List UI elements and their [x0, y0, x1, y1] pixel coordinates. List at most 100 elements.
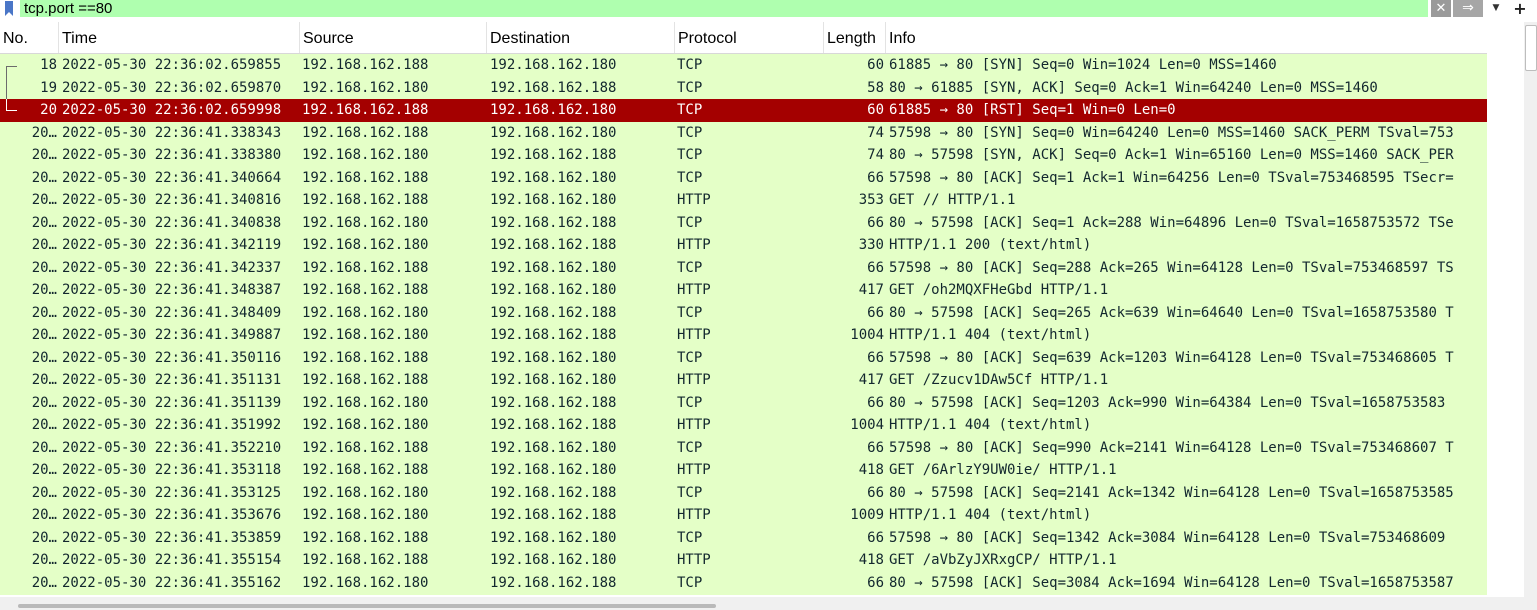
- packet-row[interactable]: 18 2022-05-30 22:36:02.659855 192.168.162.…: [0, 54, 1487, 78]
- add-filter-button-button[interactable]: +: [1510, 0, 1530, 17]
- cell-no: 20…: [31, 462, 57, 478]
- cell-destination: 192.168.162.188: [490, 417, 617, 433]
- packet-row[interactable]: 20… 2022-05-30 22:36:41.353125 192.168.162…: [0, 481, 1487, 504]
- packet-row[interactable]: 20… 2022-05-30 22:36:41.350116 192.168.162…: [0, 346, 1487, 369]
- cell-time: 2022-05-30 22:36:41.348409: [62, 304, 282, 321]
- cell-destination: 192.168.162.188: [490, 214, 617, 231]
- column-header-no[interactable]: No.: [0, 22, 59, 53]
- cell-info: 61885 → 80 [RST] Seq=1 Win=0 Len=0: [889, 102, 1176, 118]
- cell-destination: 192.168.162.180: [490, 102, 617, 118]
- column-header-length[interactable]: Length: [824, 22, 886, 53]
- column-header-info[interactable]: Info: [886, 22, 1487, 53]
- cell-info: GET /aVbZyJXRxgCP/ HTTP/1.1: [889, 552, 1117, 568]
- close-icon: ✕: [1435, 1, 1447, 16]
- cell-no: 20…: [31, 124, 57, 141]
- clear-filter-button[interactable]: ✕: [1431, 0, 1451, 17]
- cell-source: 192.168.162.180: [302, 507, 429, 523]
- cell-time: 2022-05-30 22:36:41.340838: [62, 214, 282, 231]
- cell-no: 20…: [31, 394, 57, 411]
- cell-time: 2022-05-30 22:36:41.342119: [62, 237, 282, 253]
- cell-time: 2022-05-30 22:36:41.349887: [62, 327, 282, 343]
- cell-info: GET /6ArlzY9UW0ie/ HTTP/1.1: [889, 462, 1117, 478]
- cell-length: 1004: [850, 327, 884, 343]
- packet-list: 18 2022-05-30 22:36:02.659855 192.168.162.…: [0, 54, 1487, 595]
- cell-source: 192.168.162.188: [302, 372, 429, 388]
- cell-protocol: TCP: [677, 57, 703, 73]
- cell-length: 66: [867, 304, 884, 321]
- bookmark-icon[interactable]: [0, 0, 18, 18]
- cell-no: 20…: [31, 529, 57, 546]
- packet-row[interactable]: 20… 2022-05-30 22:36:41.353676 192.168.162…: [0, 504, 1487, 527]
- display-filter-input[interactable]: [20, 0, 1428, 17]
- cell-time: 2022-05-30 22:36:02.659870: [62, 79, 282, 96]
- vertical-scrollbar[interactable]: [1524, 22, 1537, 597]
- packet-row[interactable]: 20… 2022-05-30 22:36:41.340838 192.168.162…: [0, 211, 1487, 234]
- cell-info: GET // HTTP/1.1: [889, 192, 1016, 208]
- cell-time: 2022-05-30 22:36:41.348387: [62, 282, 282, 298]
- cell-time: 2022-05-30 22:36:41.353676: [62, 507, 282, 523]
- cell-destination: 192.168.162.180: [490, 124, 617, 141]
- packet-row[interactable]: 20… 2022-05-30 22:36:41.340816 192.168.162…: [0, 189, 1487, 212]
- apply-filter-button[interactable]: ⇒: [1453, 0, 1483, 17]
- cell-source: 192.168.162.180: [302, 304, 429, 321]
- cell-info: HTTP/1.1 200 (text/html): [889, 237, 1092, 253]
- cell-destination: 192.168.162.188: [490, 79, 617, 96]
- packet-row[interactable]: 20… 2022-05-30 22:36:41.342337 192.168.162…: [0, 256, 1487, 279]
- cell-length: 58: [867, 79, 884, 96]
- column-header-time[interactable]: Time: [59, 22, 300, 53]
- cell-length: 66: [867, 484, 884, 501]
- packet-row[interactable]: 20… 2022-05-30 22:36:41.352210 192.168.162…: [0, 436, 1487, 459]
- cell-no: 19: [40, 79, 57, 96]
- packet-row[interactable]: 20… 2022-05-30 22:36:41.355162 192.168.162…: [0, 571, 1487, 594]
- cell-protocol: HTTP: [677, 192, 711, 208]
- vertical-scrollbar-thumb[interactable]: [1525, 25, 1537, 71]
- cell-protocol: TCP: [677, 529, 703, 546]
- cell-no: 20…: [31, 439, 57, 456]
- packet-row[interactable]: 20… 2022-05-30 22:36:41.338343 192.168.162…: [0, 121, 1487, 144]
- column-header-protocol[interactable]: Protocol: [675, 22, 824, 53]
- packet-row[interactable]: 20… 2022-05-30 22:36:41.348387 192.168.162…: [0, 279, 1487, 302]
- cell-no: 20…: [31, 507, 57, 523]
- packet-row[interactable]: 20… 2022-05-30 22:36:41.349887 192.168.162…: [0, 324, 1487, 347]
- packet-row[interactable]: 20… 2022-05-30 22:36:41.342119 192.168.162…: [0, 234, 1487, 257]
- packet-row[interactable]: 20… 2022-05-30 22:36:41.351131 192.168.162…: [0, 369, 1487, 392]
- cell-protocol: TCP: [677, 124, 703, 141]
- cell-source: 192.168.162.188: [302, 102, 429, 118]
- cell-info: 57598 → 80 [ACK] Seq=990 Ack=2141 Win=64…: [889, 439, 1454, 456]
- cell-no: 20…: [31, 237, 57, 253]
- cell-source: 192.168.162.188: [302, 439, 429, 456]
- cell-destination: 192.168.162.188: [490, 507, 617, 523]
- packet-row[interactable]: 20… 2022-05-30 22:36:41.340664 192.168.162…: [0, 166, 1487, 189]
- packet-row[interactable]: 20… 2022-05-30 22:36:41.338380 192.168.162…: [0, 144, 1487, 167]
- packet-row[interactable]: 20 2022-05-30 22:36:02.659998 192.168.162.…: [0, 99, 1487, 122]
- filter-history-dropdown[interactable]: ▼: [1488, 0, 1504, 17]
- cell-length: 66: [867, 259, 884, 276]
- column-header-destination[interactable]: Destination: [487, 22, 675, 53]
- packet-row[interactable]: 20… 2022-05-30 22:36:41.351139 192.168.162…: [0, 391, 1487, 414]
- packet-row[interactable]: 20… 2022-05-30 22:36:41.355154 192.168.162…: [0, 549, 1487, 572]
- cell-source: 192.168.162.188: [302, 552, 429, 568]
- display-filter-toolbar: ✕ ⇒ ▼ +: [0, 0, 1537, 18]
- horizontal-scrollbar-thumb[interactable]: [18, 604, 716, 608]
- cell-destination: 192.168.162.188: [490, 237, 617, 253]
- cell-info: 57598 → 80 [SYN] Seq=0 Win=64240 Len=0 M…: [889, 124, 1454, 141]
- packet-row[interactable]: 20… 2022-05-30 22:36:41.348409 192.168.162…: [0, 301, 1487, 324]
- packet-row[interactable]: 20… 2022-05-30 22:36:41.353118 192.168.162…: [0, 459, 1487, 482]
- cell-info: 80 → 57598 [SYN, ACK] Seq=0 Ack=1 Win=65…: [889, 147, 1454, 163]
- cell-source: 192.168.162.188: [302, 169, 429, 186]
- cell-protocol: TCP: [677, 394, 703, 411]
- column-header-source[interactable]: Source: [300, 22, 487, 53]
- cell-length: 66: [867, 439, 884, 456]
- cell-source: 192.168.162.188: [302, 282, 429, 298]
- packet-row[interactable]: 20… 2022-05-30 22:36:41.351992 192.168.162…: [0, 414, 1487, 437]
- cell-protocol: HTTP: [677, 417, 711, 433]
- chevron-down-icon: ▼: [1492, 3, 1500, 13]
- cell-protocol: TCP: [677, 259, 703, 276]
- cell-source: 192.168.162.188: [302, 529, 429, 546]
- cell-length: 1004: [850, 417, 884, 433]
- cell-info: 57598 → 80 [ACK] Seq=288 Ack=265 Win=641…: [889, 259, 1454, 276]
- packet-row[interactable]: 20… 2022-05-30 22:36:41.353859 192.168.162…: [0, 526, 1487, 549]
- cell-time: 2022-05-30 22:36:41.338380: [62, 147, 282, 163]
- cell-destination: 192.168.162.188: [490, 484, 617, 501]
- packet-row[interactable]: 19 2022-05-30 22:36:02.659870 192.168.162.…: [0, 76, 1487, 99]
